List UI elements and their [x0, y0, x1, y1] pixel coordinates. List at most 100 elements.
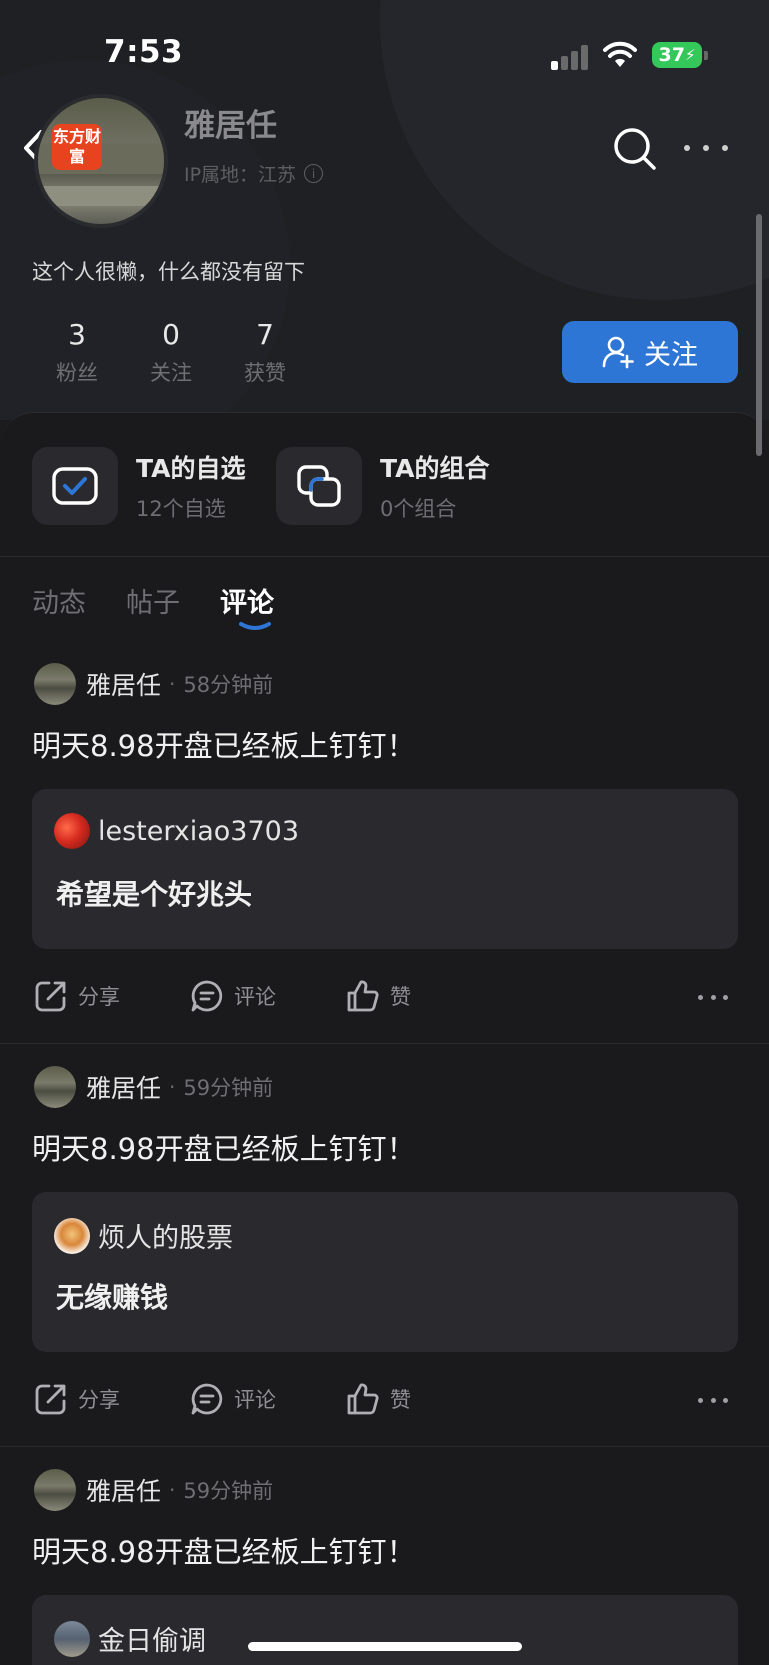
tab-bar: 动态 帖子 评论 — [32, 581, 274, 620]
more-icon[interactable] — [698, 1398, 728, 1403]
shortcut-subtitle: 12个自选 — [136, 497, 226, 521]
quoted-header: 烦人的股票 — [54, 1216, 233, 1255]
comment-username[interactable]: 雅居任 — [86, 1069, 161, 1105]
share-label: 分享 — [78, 985, 120, 1009]
quoted-header: 金日偷调 — [54, 1619, 206, 1658]
comment-header: 雅居任 · 58分钟前 — [34, 663, 273, 705]
ip-location-row: IP属地：江苏 i — [184, 160, 324, 187]
stat-following[interactable]: 0 关注 — [124, 318, 218, 387]
separator-dot: · — [169, 1075, 176, 1099]
checkbox-icon — [32, 447, 118, 525]
like-button[interactable]: 赞 — [346, 1382, 411, 1416]
comment-button[interactable]: 评论 — [190, 979, 276, 1013]
avatar[interactable] — [34, 663, 76, 705]
share-button[interactable]: 分享 — [34, 1382, 120, 1416]
content-sheet: TA的自选 12个自选 TA的组合 0个组合 动态 帖子 评论 雅居任 · 58… — [0, 412, 769, 1665]
shortcut-title: TA的组合 — [380, 454, 490, 483]
thumbs-up-icon — [347, 980, 379, 1012]
stat-value: 3 — [68, 318, 86, 351]
add-user-icon — [602, 336, 634, 369]
quoted-username: 烦人的股票 — [98, 1223, 233, 1254]
profile-name: 雅居任 — [184, 108, 277, 144]
profile-stats: 3 粉丝 0 关注 7 获赞 — [30, 318, 312, 387]
quoted-username: 金日偷调 — [98, 1626, 206, 1657]
comment-header: 雅居任 · 59分钟前 — [34, 1066, 273, 1108]
portfolio-icon — [276, 447, 362, 525]
active-tab-indicator — [239, 622, 271, 630]
comment-label: 评论 — [234, 985, 276, 1009]
shortcut-portfolio[interactable]: TA的组合 0个组合 — [276, 447, 489, 525]
comment-label: 评论 — [234, 1388, 276, 1412]
search-icon — [614, 128, 656, 170]
share-button[interactable]: 分享 — [34, 979, 120, 1013]
comment-username[interactable]: 雅居任 — [86, 1472, 161, 1508]
follow-label: 关注 — [644, 339, 698, 371]
avatar — [54, 1217, 90, 1254]
comment-icon — [191, 980, 223, 1012]
profile-bio: 这个人很懒，什么都没有留下 — [32, 260, 305, 284]
stat-followers[interactable]: 3 粉丝 — [30, 318, 124, 387]
comment-username[interactable]: 雅居任 — [86, 666, 161, 702]
wifi-icon — [603, 41, 637, 67]
stat-label: 关注 — [150, 361, 192, 385]
comment-time: 59分钟前 — [183, 1076, 274, 1100]
stat-likes[interactable]: 7 获赞 — [218, 318, 312, 387]
shortcut-row: TA的自选 12个自选 TA的组合 0个组合 — [0, 413, 769, 557]
comment-header: 雅居任 · 59分钟前 — [34, 1469, 273, 1511]
more-options-button[interactable] — [684, 130, 728, 166]
search-button[interactable] — [612, 126, 658, 172]
stat-label: 粉丝 — [56, 361, 98, 385]
more-icon[interactable] — [698, 995, 728, 1000]
avatar — [54, 1620, 90, 1657]
share-label: 分享 — [78, 1388, 120, 1412]
comment-icon — [191, 1383, 223, 1415]
separator-dot: · — [169, 1478, 176, 1502]
home-indicator[interactable] — [248, 1642, 522, 1651]
action-bar: 分享 评论 赞 — [34, 1382, 738, 1422]
comment-text: 明天8.98开盘已经板上钉钉！ — [32, 1132, 416, 1166]
battery-level: 37 — [658, 44, 685, 66]
tab-posts[interactable]: 帖子 — [126, 581, 180, 620]
divider — [0, 1043, 769, 1044]
quoted-header: lesterxiao3703 — [54, 813, 299, 849]
comment-time: 58分钟前 — [183, 673, 274, 697]
stat-value: 0 — [162, 318, 180, 351]
avatar[interactable] — [34, 1469, 76, 1511]
quoted-post[interactable]: 烦人的股票 无缘赚钱 — [32, 1192, 738, 1352]
share-icon — [35, 1384, 66, 1415]
ip-location: IP属地：江苏 — [184, 164, 297, 186]
follow-button[interactable]: 关注 — [562, 321, 738, 383]
battery-tip — [704, 51, 708, 60]
quoted-text: 希望是个好兆头 — [56, 878, 253, 911]
quoted-post[interactable]: lesterxiao3703 希望是个好兆头 — [32, 789, 738, 949]
shortcut-watchlist[interactable]: TA的自选 12个自选 — [32, 447, 245, 525]
battery-icon: 37 ⚡ — [652, 42, 702, 68]
thumbs-up-icon — [347, 1383, 379, 1415]
shortcut-title: TA的自选 — [136, 454, 246, 483]
separator-dot: · — [169, 672, 176, 696]
scrollbar[interactable] — [756, 214, 762, 456]
avatar[interactable] — [34, 1066, 76, 1108]
quoted-username: lesterxiao3703 — [98, 815, 300, 847]
comment-button[interactable]: 评论 — [190, 1382, 276, 1416]
comment-text: 明天8.98开盘已经板上钉钉！ — [32, 1535, 416, 1569]
divider — [0, 1446, 769, 1447]
quoted-text: 无缘赚钱 — [56, 1281, 169, 1314]
stat-label: 获赞 — [244, 361, 286, 385]
quoted-post[interactable]: 金日偷调 — [32, 1595, 738, 1665]
like-label: 赞 — [390, 985, 411, 1009]
comment-time: 59分钟前 — [183, 1479, 274, 1503]
tab-activity[interactable]: 动态 — [32, 581, 86, 620]
cellular-signal-icon — [551, 44, 591, 70]
like-label: 赞 — [390, 1388, 411, 1412]
avatar — [54, 813, 90, 849]
status-time: 7:53 — [104, 34, 184, 70]
info-icon[interactable]: i — [304, 164, 324, 183]
more-dots-icon — [684, 145, 690, 151]
action-bar: 分享 评论 赞 — [34, 979, 738, 1019]
app-logo-badge: 东方财富 — [52, 124, 102, 170]
comment-text: 明天8.98开盘已经板上钉钉！ — [32, 729, 416, 763]
stat-value: 7 — [256, 318, 274, 351]
tab-comments[interactable]: 评论 — [220, 581, 274, 620]
like-button[interactable]: 赞 — [346, 979, 411, 1013]
